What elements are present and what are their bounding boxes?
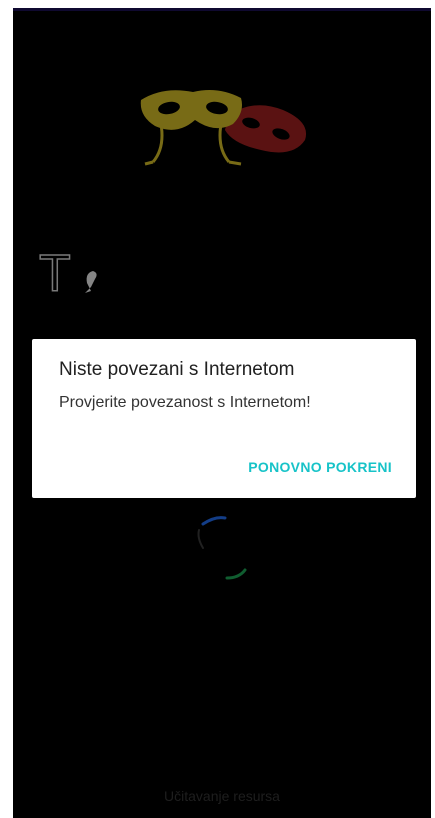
- restart-button[interactable]: PONOVNO POKRENI: [248, 459, 392, 475]
- app-screen: T Učitavanje resursa Niste povezani s In…: [13, 8, 431, 818]
- dialog-message: Provjerite povezanost s Internetom!: [59, 394, 311, 411]
- dialog-title: Niste povezani s Internetom: [59, 359, 295, 380]
- no-internet-dialog: Niste povezani s Internetom Provjerite p…: [32, 339, 416, 498]
